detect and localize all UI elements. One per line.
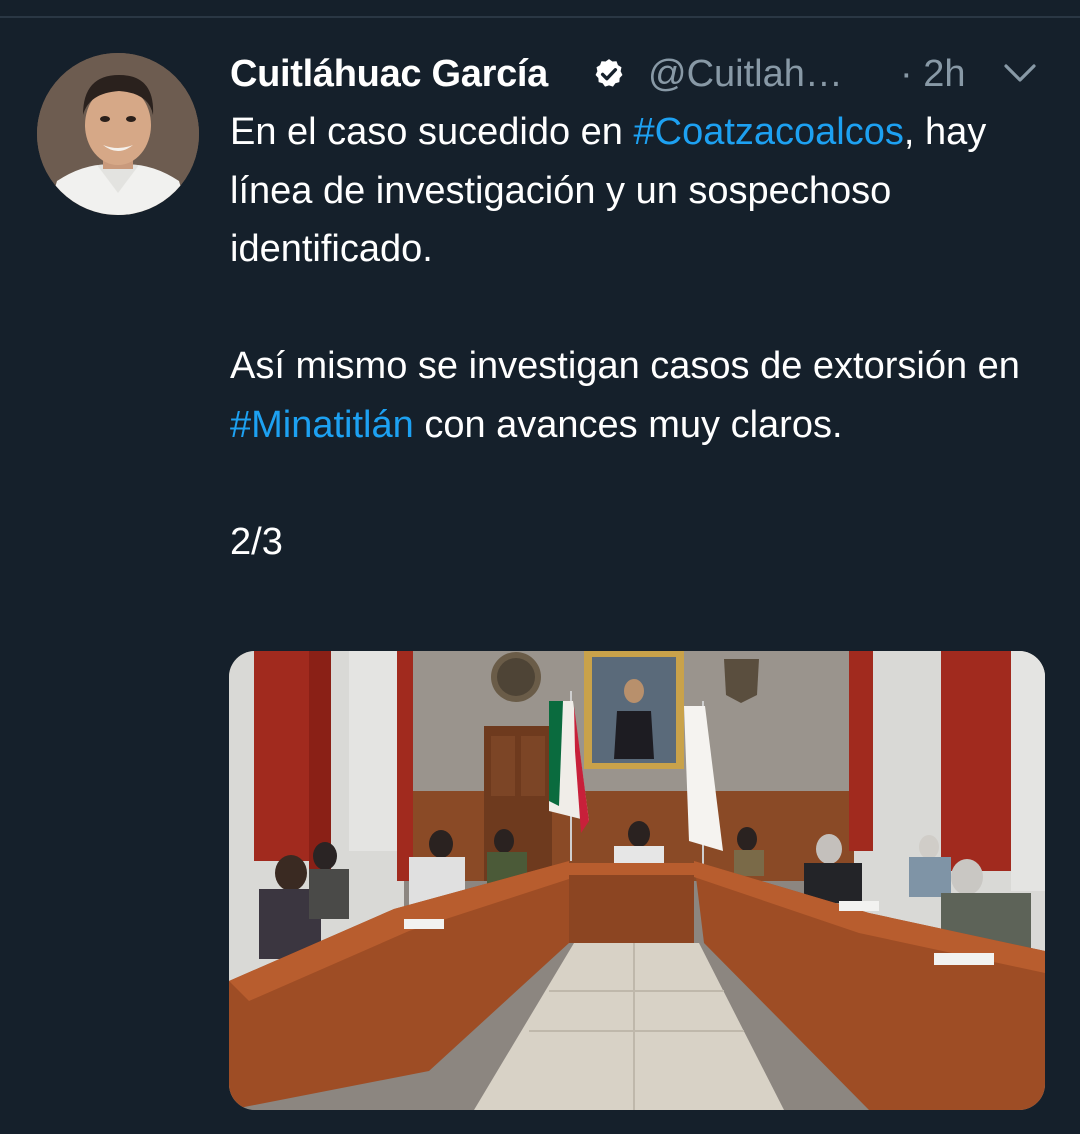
text-segment: Así mismo se investigan casos de extorsi… [230,345,1020,387]
hashtag-coatzacoalcos[interactable]: #Coatzacoalcos [634,111,904,153]
hashtag-minatitlan[interactable]: #Minatitlán [230,404,414,446]
author-handle[interactable]: @Cuitlah… [648,50,843,98]
chevron-down-icon[interactable] [1000,60,1040,88]
author-avatar[interactable] [37,53,199,215]
tweet-header: Cuitláhuac García @Cuitlah… · 2h [230,50,1060,98]
tweet-paragraph-2: Así mismo se investigan casos de extorsi… [230,337,1060,454]
text-segment: con avances muy claros. [413,403,843,446]
text-segment: En el caso sucedido en [230,111,634,153]
tweet-text: En el caso sucedido en #Coatzacoalcos, h… [230,103,1060,571]
top-divider [0,16,1080,18]
tweet-thread-counter: 2/3 [230,520,283,563]
tweet-media-photo[interactable] [229,651,1045,1110]
meeting-room-photo-icon [229,651,1045,1110]
author-display-name[interactable]: Cuitláhuac García [230,50,548,98]
profile-photo-icon [37,53,199,215]
tweet-paragraph-1: En el caso sucedido en #Coatzacoalcos, h… [230,103,1060,279]
verified-badge-icon [592,57,626,91]
tweet-timestamp[interactable]: · 2h [900,50,965,98]
